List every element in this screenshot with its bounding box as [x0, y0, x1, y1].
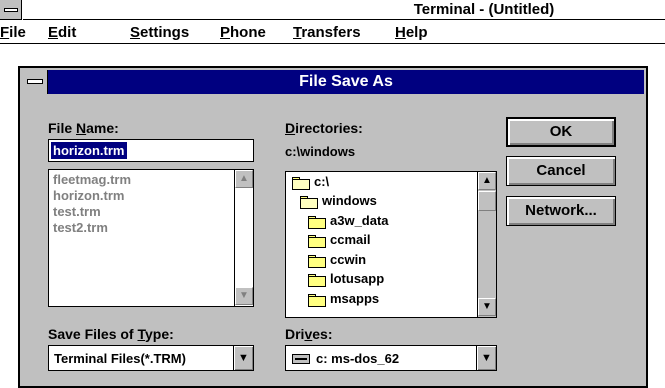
scroll-thumb[interactable] — [478, 191, 496, 211]
folder-open-icon — [300, 196, 318, 209]
directory-item[interactable]: a3w_data — [330, 213, 389, 229]
directory-item[interactable]: ccwin — [330, 252, 366, 268]
file-list[interactable]: fleetmag.trm horizon.trm test.trm test2.… — [48, 169, 254, 307]
directory-item[interactable]: ccmail — [330, 232, 370, 248]
folder-icon — [308, 216, 326, 229]
menu-bar: File Edit Settings Phone Transfers Help — [0, 21, 665, 44]
dropdown-arrow-icon[interactable]: ▼ — [233, 346, 253, 370]
folder-icon — [308, 274, 326, 287]
file-save-as-dialog: File Save As File Name: horizon.trm flee… — [18, 66, 648, 388]
directories-label: Directories: — [285, 120, 363, 136]
file-type-label: Save Files of Type: — [48, 326, 174, 342]
folder-open-icon — [292, 177, 310, 190]
menu-transfers[interactable]: Transfers — [293, 23, 361, 42]
file-type-select[interactable]: Terminal Files(*.TRM) ▼ — [48, 345, 254, 371]
scroll-up-icon[interactable]: ▲ — [478, 172, 496, 190]
menu-file[interactable]: File — [0, 23, 26, 42]
file-list-item[interactable]: horizon.trm — [53, 188, 125, 204]
directory-list-scrollbar[interactable]: ▲ ▼ — [477, 172, 496, 317]
filename-input[interactable]: horizon.trm — [48, 139, 254, 162]
window-title: Terminal - (Untitled) — [23, 0, 665, 20]
filename-label: File Name: — [48, 120, 119, 136]
folder-icon — [308, 255, 326, 268]
drive-value: c: ms-dos_62 — [316, 351, 400, 366]
current-directory: c:\windows — [285, 144, 356, 159]
directory-list[interactable]: c:\ windows a3w_data ccmail ccwin lotusa… — [285, 171, 497, 318]
directory-item[interactable]: c:\ — [314, 174, 329, 190]
file-list-scrollbar[interactable]: ▲ ▼ — [234, 170, 253, 306]
cancel-button[interactable]: Cancel — [506, 156, 616, 186]
directory-item[interactable]: lotusapp — [330, 271, 384, 287]
folder-icon — [308, 235, 326, 248]
scroll-down-icon[interactable]: ▼ — [235, 287, 253, 305]
scroll-down-icon[interactable]: ▼ — [478, 298, 496, 316]
dropdown-arrow-icon[interactable]: ▼ — [476, 346, 496, 370]
dialog-title: File Save As — [299, 73, 393, 90]
menu-settings[interactable]: Settings — [130, 23, 189, 42]
file-list-item[interactable]: test.trm — [53, 204, 101, 220]
file-list-item[interactable]: test2.trm — [53, 220, 108, 236]
network-button[interactable]: Network... — [506, 196, 616, 226]
menu-phone[interactable]: Phone — [220, 23, 266, 42]
system-menu-icon[interactable] — [0, 0, 22, 20]
file-type-value: Terminal Files(*.TRM) — [54, 351, 186, 366]
folder-icon — [308, 294, 326, 307]
drives-select[interactable]: c: ms-dos_62 ▼ — [285, 345, 497, 371]
directory-item[interactable]: windows — [322, 193, 377, 209]
ok-button[interactable]: OK — [506, 117, 616, 147]
dialog-system-menu-icon[interactable] — [22, 70, 48, 94]
drive-icon — [292, 354, 310, 364]
directory-item[interactable]: msapps — [330, 291, 379, 307]
scroll-up-icon[interactable]: ▲ — [235, 170, 253, 188]
file-list-item[interactable]: fleetmag.trm — [53, 172, 131, 188]
menu-edit[interactable]: Edit — [48, 23, 76, 42]
filename-value: horizon.trm — [51, 142, 127, 159]
drives-label: Drives: — [285, 326, 333, 342]
menu-help[interactable]: Help — [395, 23, 428, 42]
dialog-titlebar[interactable]: File Save As — [22, 70, 644, 94]
